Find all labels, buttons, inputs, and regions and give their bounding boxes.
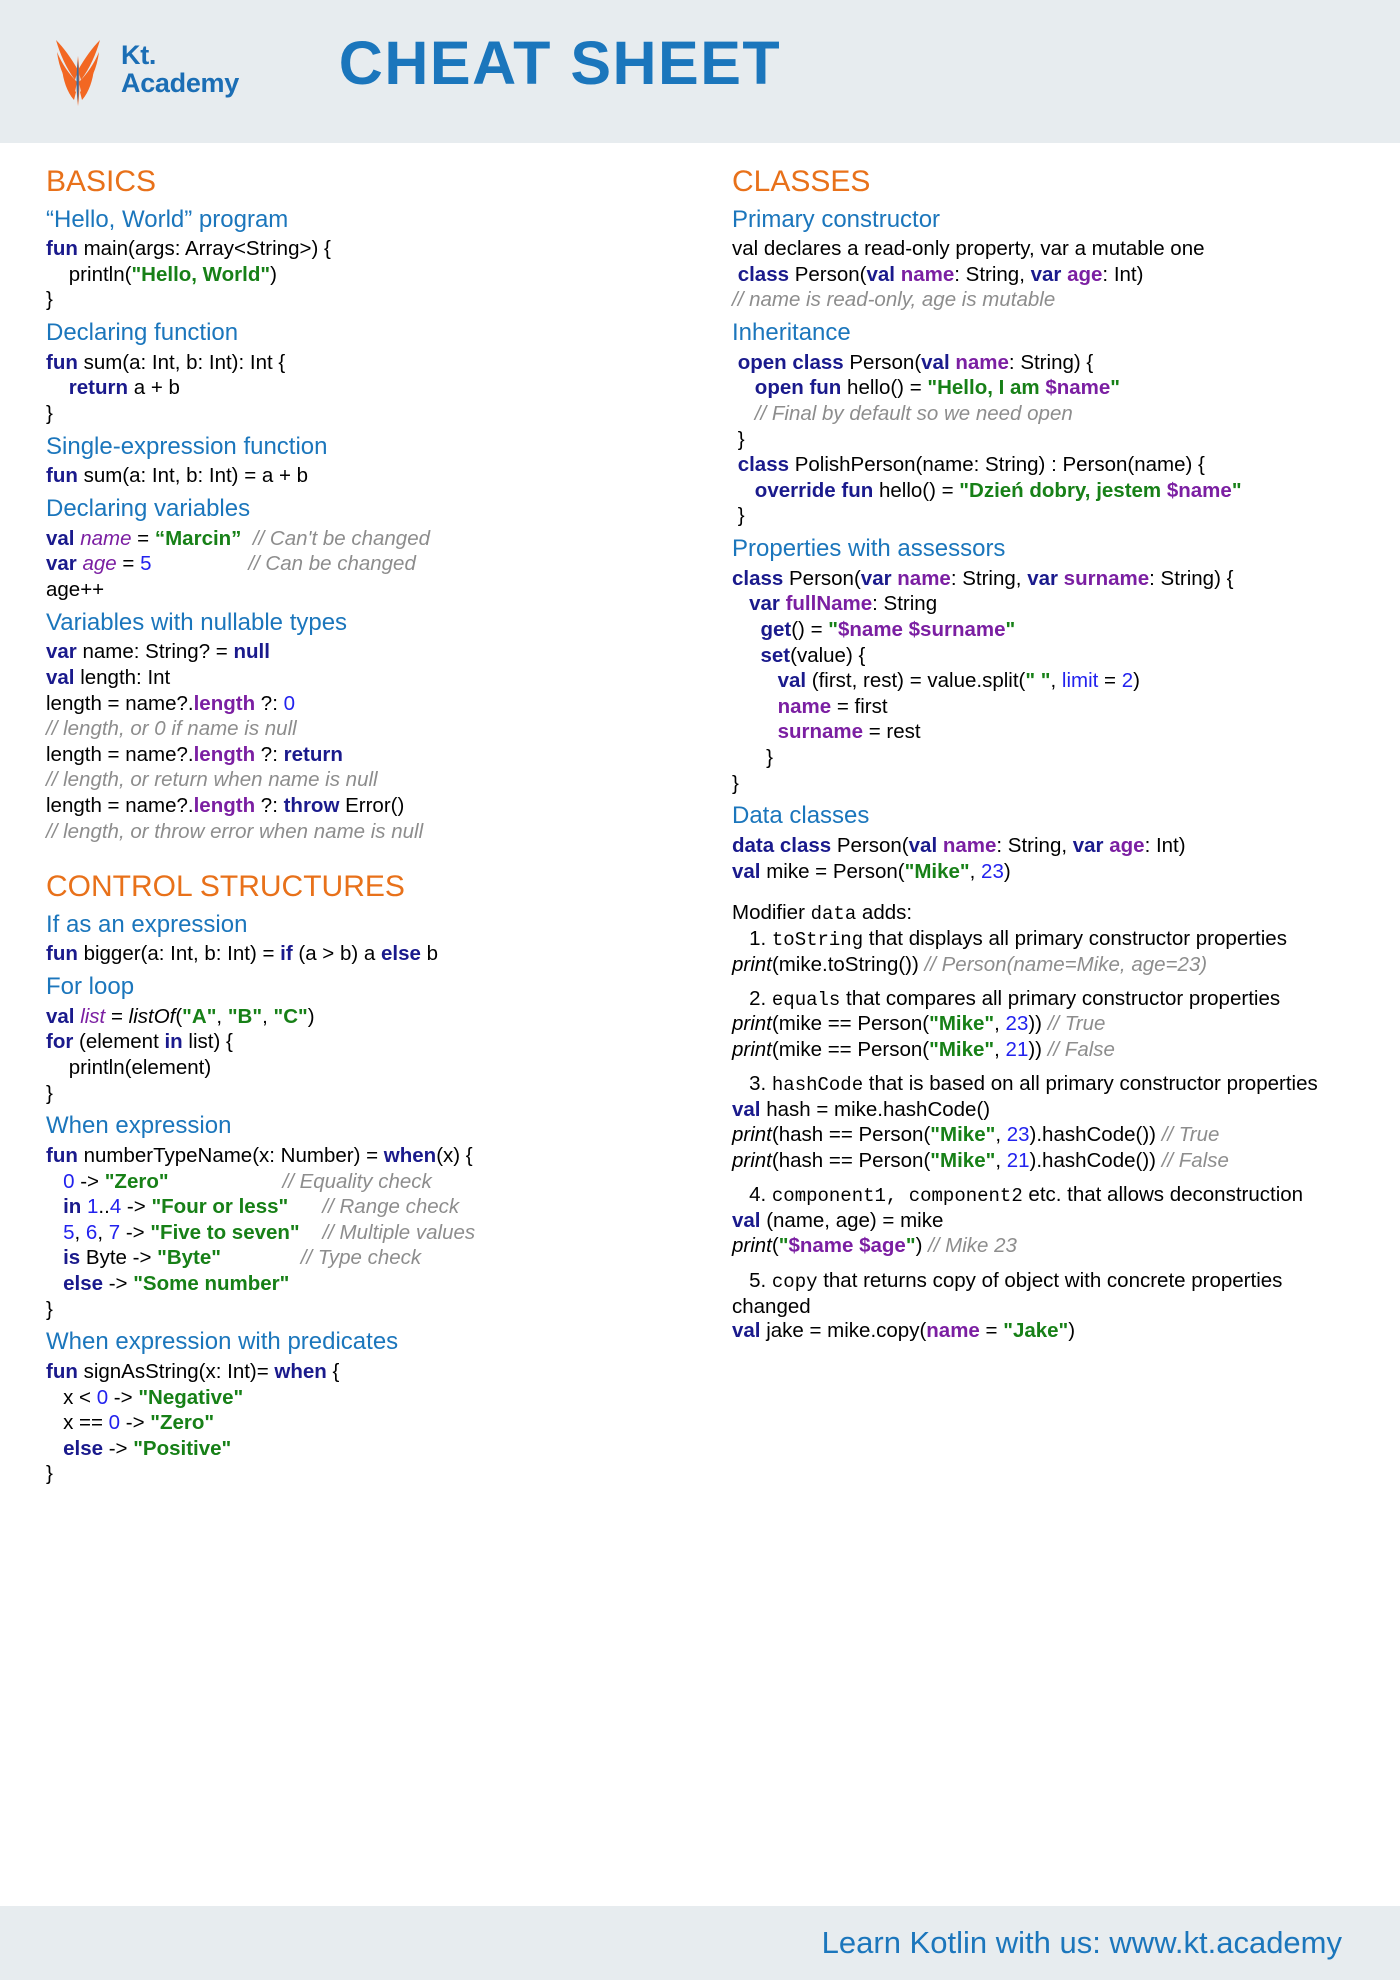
code-comment: // name is read-only, age is mutable	[732, 288, 1056, 312]
code-line: length = name?.length ?: throw Error()	[46, 793, 405, 817]
code-line: age++	[46, 578, 105, 602]
code-line: val (name, age) = mike	[732, 1208, 944, 1232]
code-line: return a + b	[68, 376, 180, 400]
code-line: print(mike == Person("Mike", 23)) // Tru…	[732, 1012, 1106, 1036]
modifier-item: 3. hashCode that is based on all primary…	[732, 1072, 1318, 1097]
content-area: BASICS “Hello, World” program fun main(a…	[0, 143, 1400, 1906]
code-line: name = first	[777, 694, 888, 718]
subsection-if-expression: If as an expression	[46, 910, 248, 938]
code-line: var age = 5 // Can be changed	[46, 552, 416, 576]
left-column: BASICS “Hello, World” program fun main(a…	[24, 165, 700, 1906]
subsection-when-with-predicates: When expression with predicates	[46, 1328, 399, 1356]
code-line: }	[732, 771, 739, 795]
code-line: 5, 6, 7 -> "Five to seven" // Multiple v…	[63, 1220, 476, 1244]
code-line: fun sum(a: Int, b: Int): Int {	[46, 350, 286, 374]
code-line: else -> "Some number"	[63, 1272, 290, 1295]
modifier-item: 4. component1, component2 etc. that allo…	[732, 1183, 1304, 1208]
page-title: CHEAT SHEET	[338, 29, 782, 97]
subsection-hello-world: “Hello, World” program	[46, 205, 289, 233]
code-line: set(value) {	[760, 643, 866, 667]
code-line: surname = rest	[777, 720, 921, 744]
code-line: fun signAsString(x: Int)= when {	[46, 1359, 340, 1383]
code-line: println("Hello, World")	[46, 262, 277, 286]
code-line: val (first, rest) = value.split(" ", lim…	[777, 669, 1140, 693]
code-line: 0 -> "Zero" // Equality check	[63, 1169, 432, 1193]
code-line: class PolishPerson(name: String) : Perso…	[737, 453, 1205, 477]
code-line: x < 0 -> "Negative"	[46, 1385, 244, 1409]
subsection-when-expression: When expression	[46, 1112, 232, 1140]
code-line: }	[732, 504, 745, 528]
subsection-single-expression-function: Single-expression function	[46, 432, 328, 460]
page-header: Kt. Academy CHEAT SHEET	[0, 0, 1400, 143]
code-line: is Byte -> "Byte" // Type check	[63, 1246, 422, 1270]
code-line: get() = "$name $surname"	[760, 618, 1016, 642]
code-line: val jake = mike.copy(name = "Jake")	[732, 1318, 1076, 1342]
code-line: print("$name $age") // Mike 23	[732, 1234, 1017, 1258]
code-line: val declares a read-only property, var a…	[732, 237, 1205, 261]
code-line: print(mike == Person("Mike", 21)) // Fal…	[732, 1037, 1115, 1061]
code-line: }	[46, 402, 53, 426]
footer-link[interactable]: Learn Kotlin with us: www.kt.academy	[822, 1925, 1342, 1961]
code-line: class Person(var name: String, var surna…	[732, 566, 1234, 590]
code-line: }	[732, 427, 745, 451]
code-line: var name: String? = null	[46, 640, 270, 664]
code-line: open fun hello() = "Hello, I am $name"	[754, 376, 1121, 400]
code-line: }	[46, 1081, 53, 1105]
code-line: val mike = Person("Mike", 23)	[732, 859, 1011, 883]
code-line: val length: Int	[46, 666, 171, 690]
code-line: var fullName: String	[749, 592, 938, 616]
code-line: print(hash == Person("Mike", 21).hashCod…	[732, 1148, 1229, 1172]
code-line: else -> "Positive"	[63, 1436, 232, 1460]
code-line: val name = “Marcin” // Can't be changed	[46, 526, 430, 550]
subsection-nullable-types: Variables with nullable types	[46, 608, 348, 636]
code-comment: // length, or 0 if name is null	[46, 717, 297, 741]
code-line: data class Person(val name: String, var …	[732, 833, 1186, 857]
modifier-intro: Modifier data adds:	[732, 901, 913, 926]
subsection-inheritance: Inheritance	[732, 319, 851, 347]
code-line: for (element in list) {	[46, 1030, 233, 1054]
code-comment: // Final by default so we need open	[754, 402, 1073, 426]
code-line: val list = listOf("A", "B", "C")	[46, 1004, 315, 1028]
code-line: in 1..4 -> "Four or less" // Range check	[63, 1195, 460, 1219]
code-line: val hash = mike.hashCode()	[732, 1097, 991, 1121]
code-line: length = name?.length ?: 0	[46, 691, 296, 715]
code-line: }	[732, 745, 774, 769]
code-line: open class Person(val name: String) {	[737, 350, 1094, 374]
code-line: override fun hello() = "Dzień dobry, jes…	[754, 478, 1242, 502]
code-line: length = name?.length ?: return	[46, 742, 343, 766]
subsection-declaring-variables: Declaring variables	[46, 495, 251, 523]
modifier-item: 1. toString that displays all primary co…	[732, 927, 1287, 952]
code-line: }	[46, 1462, 53, 1486]
section-title-control-structures: CONTROL STRUCTURES	[46, 870, 405, 904]
right-column: CLASSES Primary constructor val declares…	[700, 165, 1376, 1906]
section-title-classes: CLASSES	[732, 165, 871, 198]
page-footer: Learn Kotlin with us: www.kt.academy	[0, 1906, 1400, 1980]
code-line: x == 0 -> "Zero"	[46, 1411, 215, 1435]
section-title-basics: BASICS	[46, 165, 157, 198]
modifier-item: 5. copy that returns copy of object with…	[732, 1268, 1283, 1318]
subsection-declaring-function: Declaring function	[46, 319, 239, 347]
code-line: println(element)	[46, 1056, 212, 1080]
code-line: }	[46, 288, 53, 312]
code-line: fun bigger(a: Int, b: Int) = if (a > b) …	[46, 942, 438, 966]
code-line: fun numberTypeName(x: Number) = when(x) …	[46, 1144, 473, 1168]
code-line: fun main(args: Array<String>) {	[46, 237, 331, 261]
code-line: print(hash == Person("Mike", 23).hashCod…	[732, 1123, 1220, 1147]
code-line: class Person(val name: String, var age: …	[737, 262, 1144, 286]
code-line: fun sum(a: Int, b: Int) = a + b	[46, 464, 309, 488]
subsection-primary-constructor: Primary constructor	[732, 205, 941, 233]
code-line: print(mike.toString()) // Person(name=Mi…	[732, 952, 1208, 976]
code-comment: // length, or return when name is null	[46, 768, 378, 792]
subsection-properties-with-assessors: Properties with assessors	[732, 535, 1006, 563]
subsection-for-loop: For loop	[46, 973, 135, 1001]
code-line: }	[46, 1297, 53, 1321]
modifier-keyword: data	[810, 903, 857, 926]
code-comment: // length, or throw error when name is n…	[46, 819, 424, 843]
subsection-data-classes: Data classes	[732, 802, 870, 830]
modifier-item: 2. equals that compares all primary cons…	[732, 987, 1281, 1012]
